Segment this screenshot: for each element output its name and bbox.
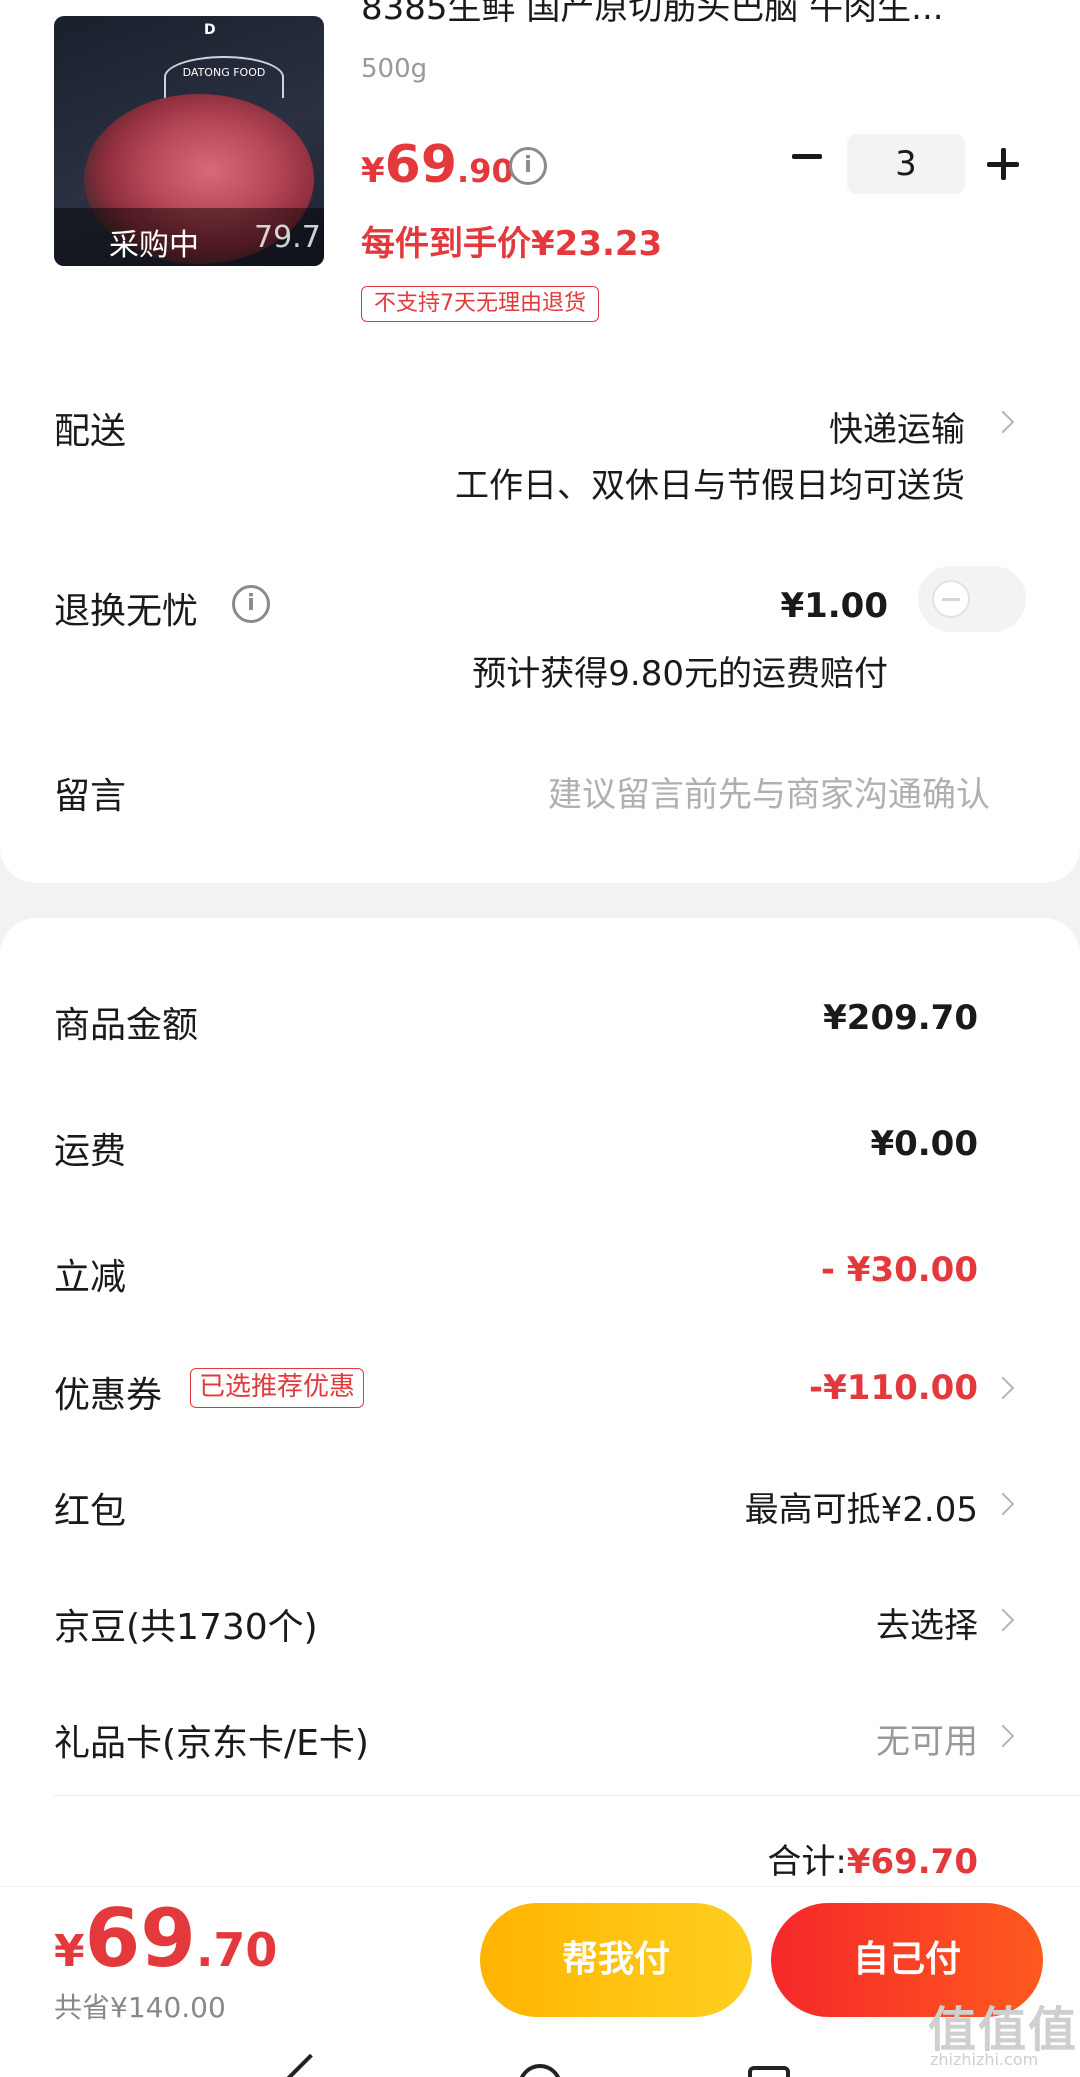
package-label: DATONG FOOD [164, 56, 284, 98]
coupon-recommended-tag: 已选推荐优惠 [190, 1368, 365, 1408]
total-value: ¥69.70 [846, 1842, 978, 1882]
message-input[interactable]: 建议留言前先与商家沟通确认 [548, 767, 990, 816]
return-insurance-price: ¥1.00 [780, 586, 888, 626]
coupon-value[interactable]: -¥110.00 [809, 1368, 978, 1408]
discount-value: - ¥30.00 [820, 1250, 978, 1290]
unit-price: ¥69.90 [361, 135, 514, 195]
pay-decimal: .70 [195, 1923, 278, 1977]
jingdou-label: 京豆(共1730个) [54, 1607, 318, 1648]
delivery-note: 工作日、双休日与节假日均可送货 [455, 466, 965, 506]
total-row: 合计:¥69.70 [767, 1834, 978, 1883]
discount-label: 立减 [54, 1257, 127, 1298]
product-spec: 500g [361, 54, 428, 84]
pay-integer: 69 [84, 1892, 196, 1985]
product-image[interactable]: D DATONG FOOD 采购中 79.7 [54, 16, 324, 266]
product-title[interactable]: 8385生鲜 国产原切筋头巴脑 牛肉生... [361, 0, 1001, 34]
order-item-card: D DATONG FOOD 采购中 79.7 8385生鲜 国产原切筋头巴脑 牛… [0, 0, 1080, 883]
goods-amount-label: 商品金额 [54, 1005, 199, 1046]
return-insurance-note: 预计获得9.80元的运费赔付 [472, 654, 888, 694]
return-insurance-toggle[interactable] [918, 566, 1026, 632]
pay-currency: ¥ [54, 1926, 85, 1977]
no-return-badge: 不支持7天无理由退货 [361, 286, 599, 322]
return-insurance-info-icon[interactable]: i [232, 585, 270, 623]
return-insurance-label: 退换无忧 [54, 591, 199, 632]
summary-divider [54, 1795, 1080, 1796]
price-info-icon[interactable]: i [509, 147, 547, 185]
shipping-value: ¥0.00 [870, 1124, 978, 1164]
message-label: 留言 [54, 776, 127, 817]
watermark-url: zhizhizhi.com [930, 2050, 1039, 2069]
red-packet-value[interactable]: 最高可抵¥2.05 [745, 1482, 978, 1531]
giftcard-label: 礼品卡(京东卡/E卡) [54, 1723, 369, 1764]
giftcard-value[interactable]: 无可用 [876, 1714, 978, 1763]
delivery-method[interactable]: 快递运输 [829, 402, 965, 451]
quantity-increase-button[interactable] [980, 140, 1028, 188]
toggle-knob [932, 580, 970, 618]
delivery-label: 配送 [54, 411, 127, 452]
nav-recent-apps-icon[interactable] [748, 2066, 790, 2077]
saved-amount: 共省¥140.00 [54, 1991, 226, 2024]
price-currency: ¥ [361, 151, 385, 191]
price-integer: 69 [384, 135, 458, 195]
shipping-label: 运费 [54, 1131, 127, 1172]
delivery-chevron-icon[interactable] [991, 410, 1015, 434]
jingdou-value[interactable]: 去选择 [876, 1598, 978, 1647]
coupon-label: 优惠券 [54, 1375, 163, 1416]
quantity-input[interactable]: 3 [847, 134, 965, 194]
buying-status-label: 采购中 [109, 228, 199, 263]
original-price-tag: 79.7 [254, 220, 321, 255]
price-decimal: .90 [457, 152, 514, 190]
total-label: 合计: [767, 1842, 847, 1882]
goods-amount-value: ¥209.70 [823, 998, 978, 1038]
per-unit-price: 每件到手价¥23.23 [361, 224, 663, 264]
price-summary-card [0, 918, 1080, 1918]
brand-logo: D [204, 22, 216, 38]
red-packet-label: 红包 [54, 1491, 127, 1532]
pay-amount: ¥69.70 [54, 1892, 277, 1985]
quantity-decrease-button[interactable] [782, 132, 830, 180]
help-me-pay-button[interactable]: 帮我付 [480, 1903, 752, 2017]
